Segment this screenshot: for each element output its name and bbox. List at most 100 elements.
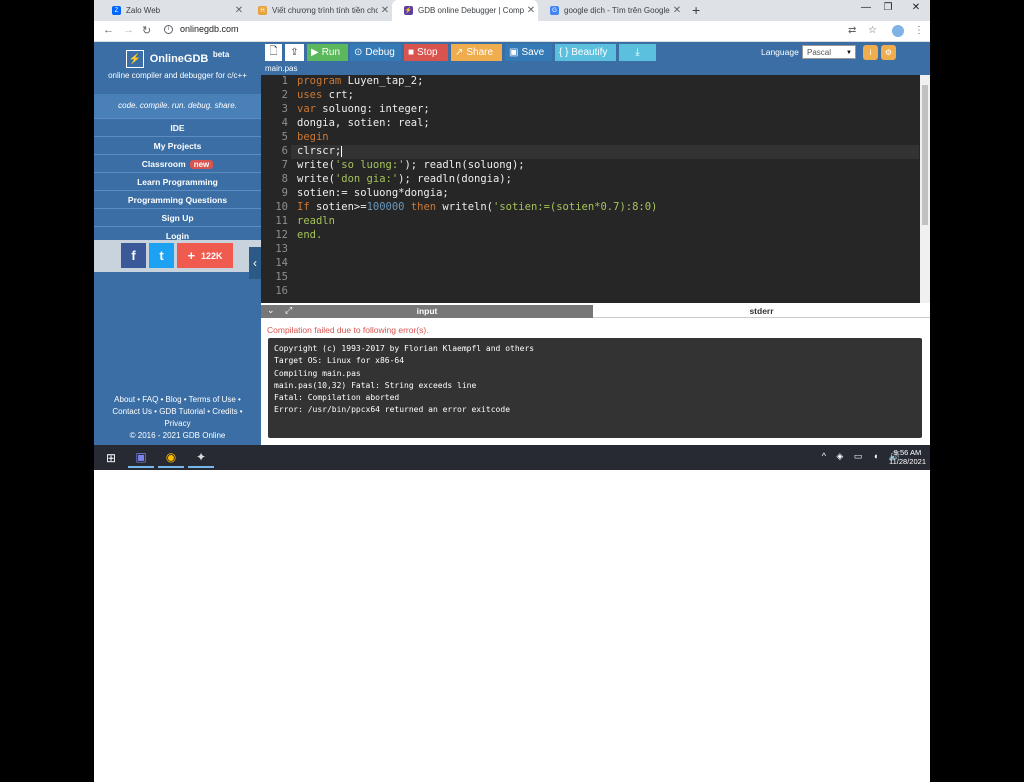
beta-label: beta	[212, 50, 230, 59]
close-icon[interactable]: ✕	[670, 5, 684, 16]
twitter-icon[interactable]: t	[149, 243, 174, 268]
tab-input[interactable]: input	[261, 305, 593, 318]
lightning-logo-icon: ⚡	[125, 50, 144, 69]
close-icon[interactable]: ✕	[378, 5, 392, 16]
language-select[interactable]: Pascal ▼	[802, 45, 856, 59]
sidebar-item-learn-programming[interactable]: Learn Programming	[94, 172, 261, 190]
console-line: Copyright (c) 1993-2017 by Florian Klaem…	[274, 344, 535, 353]
menu-kebab-icon[interactable]: ⋮	[914, 25, 924, 36]
social-row: f t + 122K	[94, 240, 261, 272]
sidebar-item-classroom[interactable]: Classroom new	[94, 154, 261, 172]
close-window-button[interactable]: ✕	[902, 2, 930, 13]
code-line: uses crt;	[297, 89, 354, 101]
tab-title: google dịch - Tìm trên Google	[564, 6, 670, 15]
address-bar: ← → ↻ i onlinegdb.com ⇄ ☆ ⋮	[94, 21, 930, 42]
forward-arrow-icon[interactable]: →	[123, 24, 134, 36]
tab-google[interactable]: G google dịch - Tìm trên Google ✕	[538, 0, 684, 21]
tab-zalo[interactable]: Z Zalo Web ✕	[100, 0, 246, 21]
zalo-icon: Z	[112, 6, 121, 15]
translate-icon[interactable]: ⇄	[848, 25, 856, 36]
code-line: If sotien>=100000 then writeln('sotien:=…	[297, 201, 658, 213]
tab-stderr-label: stderr	[749, 306, 774, 316]
share-button[interactable]: ↗ Share	[451, 44, 502, 61]
close-icon[interactable]: ✕	[524, 5, 538, 16]
share-count-button[interactable]: + 122K	[177, 243, 233, 268]
nav-label: Learn Programming	[137, 177, 218, 187]
scrollbar-thumb[interactable]	[922, 85, 928, 225]
line-number: 5	[281, 131, 288, 143]
footer-privacy-link[interactable]: Privacy	[94, 418, 261, 430]
caret-down-icon: ▼	[846, 50, 852, 56]
info-circle-icon[interactable]: i	[863, 45, 878, 60]
download-icon[interactable]: ⤓	[619, 44, 656, 61]
stop-button[interactable]: ■ Stop	[404, 44, 448, 61]
facebook-icon[interactable]: f	[121, 243, 146, 268]
collapse-sidebar-chevron-left-icon[interactable]: ‹	[249, 247, 261, 279]
expand-icon[interactable]: ⤢	[285, 305, 292, 316]
code-line: clrscr;	[297, 145, 343, 157]
console-line: Error: /usr/bin/ppcx64 returned an error…	[274, 405, 511, 415]
windows-start-icon[interactable]: ⊞	[98, 447, 124, 468]
info-icon[interactable]: i	[164, 24, 173, 34]
reload-icon[interactable]: ↻	[142, 24, 151, 37]
brand-subtitle: online compiler and debugger for c/c++	[108, 71, 247, 81]
debug-icon: ⊙	[354, 47, 363, 58]
console-line: Target OS: Linux for x86-64	[274, 356, 405, 366]
line-number: 12	[275, 229, 288, 241]
new-file-icon[interactable]: 🗋	[265, 44, 282, 61]
nav-label: Classroom	[141, 159, 186, 169]
code-line: var soluong: integer;	[297, 103, 430, 115]
sidebar-item-programming-questions[interactable]: Programming Questions	[94, 190, 261, 208]
chevron-down-icon[interactable]: ⌄	[267, 305, 275, 316]
sidebar-item-ide[interactable]: IDE	[94, 118, 261, 136]
windows-taskbar: ⊞ ▣ ◉ ✦ ^ ◈ ▭ ◖ 🔊 9:56 AM 11/28/2021	[94, 445, 930, 470]
output-area: Compilation failed due to following erro…	[261, 318, 930, 445]
google-icon: G	[550, 6, 559, 15]
share-label: Share	[466, 47, 494, 58]
footer-links-2[interactable]: Contact Us • GDB Tutorial • Credits •	[94, 406, 261, 418]
share-count: 122K	[201, 250, 223, 261]
floppy-icon: ▣	[509, 47, 519, 58]
clock[interactable]: 9:56 AM 11/28/2021	[889, 448, 926, 466]
sidebar-item-my-projects[interactable]: My Projects	[94, 136, 261, 154]
restore-button[interactable]: ❐	[874, 2, 902, 13]
tab-question[interactable]: H Viết chương trình tính tiền cho l... ✕	[246, 0, 392, 21]
back-arrow-icon[interactable]: ←	[103, 24, 114, 36]
brand[interactable]: ⚡ OnlineGDB beta online compiler and debu…	[94, 42, 261, 90]
gear-icon[interactable]: ⚙	[881, 45, 896, 60]
clock-date: 11/28/2021	[889, 457, 926, 466]
beautify-button[interactable]: { } Beautify	[555, 44, 616, 61]
tab-input-label: input	[416, 306, 438, 316]
sidebar-item-sign-up[interactable]: Sign Up	[94, 208, 261, 226]
upload-icon[interactable]: ⇪	[285, 44, 304, 61]
slogan: code. compile. run. debug. share.	[94, 94, 261, 118]
editor-scrollbar[interactable]	[920, 75, 930, 303]
file-tab-main-pas[interactable]: main.pas	[261, 63, 930, 75]
profile-avatar[interactable]	[892, 25, 904, 37]
console-line: Fatal: Compilation aborted	[274, 393, 400, 403]
chrome-icon[interactable]: ◉	[158, 447, 184, 468]
line-number: 1	[281, 75, 288, 87]
debug-button[interactable]: ⊙ Debug	[350, 44, 401, 61]
teams-icon[interactable]: ▣	[128, 447, 154, 468]
stop-icon: ■	[408, 47, 415, 58]
footer-links-1[interactable]: About • FAQ • Blog • Terms of Use •	[94, 394, 261, 406]
run-button[interactable]: ▶ Run	[307, 44, 348, 61]
url-field[interactable]: i onlinegdb.com	[164, 24, 239, 34]
line-number: 2	[281, 89, 288, 101]
bookmark-star-icon[interactable]: ☆	[868, 25, 877, 36]
save-button[interactable]: ▣ Save	[505, 44, 552, 61]
game-app-icon[interactable]: ✦	[188, 447, 214, 468]
tab-title: Zalo Web	[126, 6, 161, 15]
browser-tab-strip: Z Zalo Web ✕ H Viết chương trình tính ti…	[94, 0, 930, 21]
code-line: program Luyen_tap_2;	[297, 75, 424, 87]
stop-label: Stop	[417, 47, 438, 58]
line-number: 3	[281, 103, 288, 115]
screen: Z Zalo Web ✕ H Viết chương trình tính ti…	[94, 0, 930, 782]
console-line: main.pas(10,32) Fatal: String exceeds li…	[274, 380, 477, 390]
close-icon[interactable]: ✕	[232, 5, 246, 16]
new-tab-button[interactable]: +	[692, 2, 700, 18]
tab-stderr[interactable]: stderr	[593, 305, 930, 318]
code-editor[interactable]: 1 2 3 4 5 6 7 8 9 10 11 12 13 14 15 16 p…	[261, 75, 930, 303]
tab-onlinegdb[interactable]: ⚡ GDB online Debugger | Compiler... ✕	[392, 0, 538, 21]
